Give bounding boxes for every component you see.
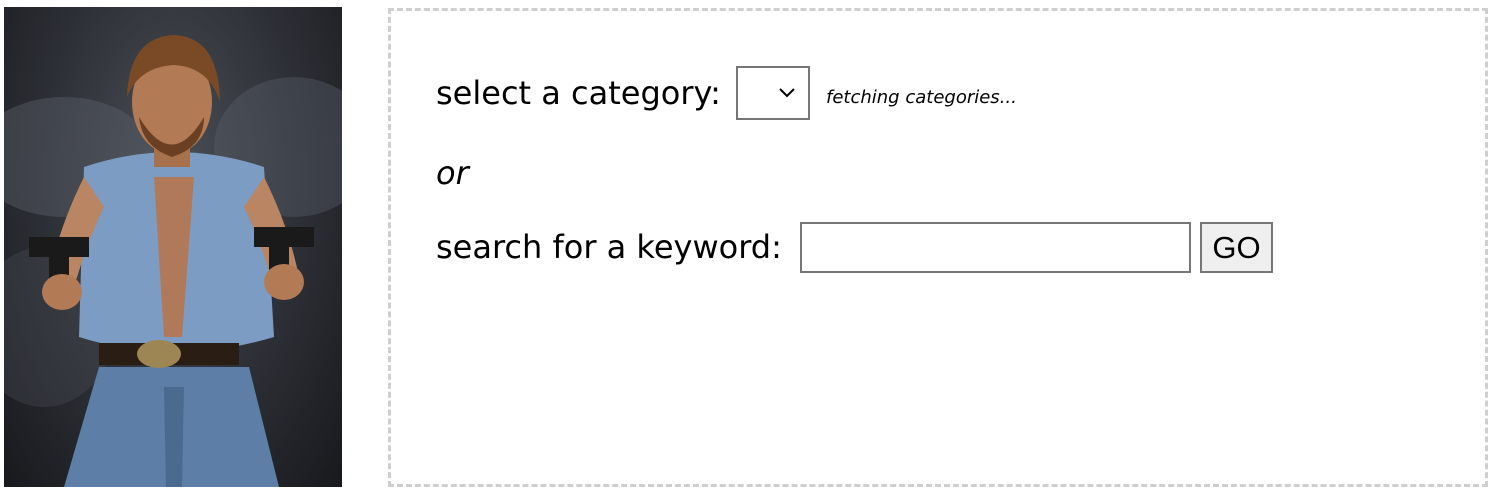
- chevron-down-icon: [779, 88, 795, 98]
- category-label: select a category:: [436, 74, 721, 112]
- category-status-text: fetching categories...: [826, 87, 1017, 108]
- page: select a category: fetching categories..…: [0, 0, 1494, 491]
- go-button[interactable]: GO: [1200, 222, 1273, 273]
- hero-photo: [4, 7, 342, 487]
- category-select[interactable]: [736, 66, 810, 120]
- keyword-label: search for a keyword:: [436, 228, 782, 266]
- keyword-input[interactable]: [800, 222, 1191, 273]
- search-panel: select a category: fetching categories..…: [388, 8, 1488, 487]
- or-separator: or: [436, 154, 469, 192]
- person-illustration: [4, 35, 342, 487]
